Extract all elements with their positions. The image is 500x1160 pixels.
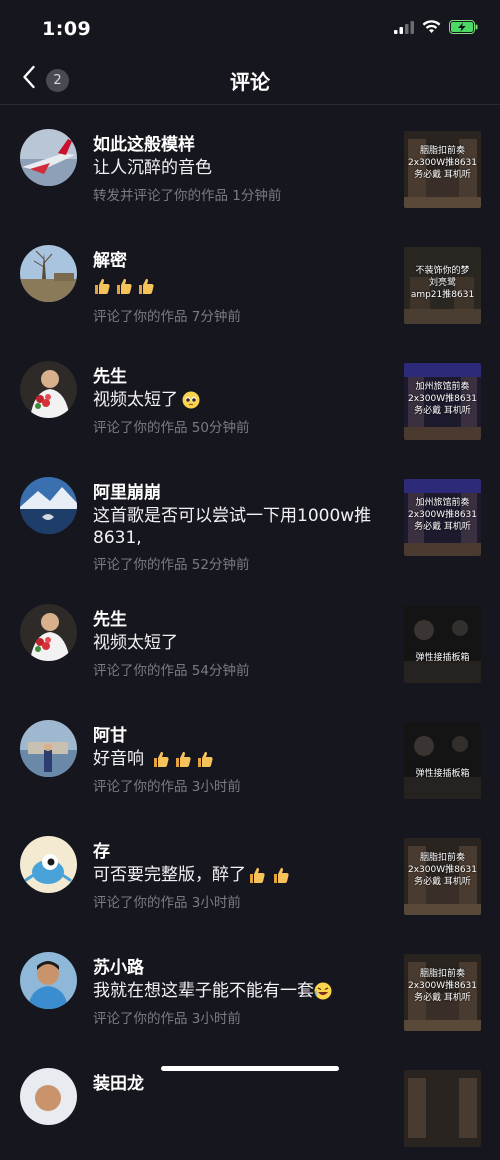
- thumbnail-caption: 弹性接插板箱: [415, 653, 470, 663]
- avatar[interactable]: [20, 836, 77, 893]
- commenter-name[interactable]: 存: [93, 837, 110, 862]
- thumbnail-caption: 胭脂扣前奏 2x300W推8631 务必戴 耳机听: [407, 969, 478, 1003]
- avatar[interactable]: [20, 361, 77, 418]
- thumbs-up-icon: [152, 750, 170, 768]
- comment-item[interactable]: 阿甘 好音响 评论了你的作品 3小时前 弹性接插板箱: [0, 696, 500, 812]
- comment-text: 这首歌是否可以尝试一下用1000w推8631,: [93, 506, 372, 548]
- thumbnail-caption: 加州旅馆前奏 2x300W推8631 务必戴 耳机听: [407, 382, 478, 416]
- thumbs-up-icon: [137, 277, 155, 295]
- comment-item[interactable]: 装田龙: [0, 1044, 500, 1160]
- thumbnail-caption: 不装饰你的梦 刘亮鹭 amp21推8631: [410, 266, 475, 300]
- comment-meta: 评论了你的作品 52分钟前: [93, 557, 250, 573]
- commenter-name[interactable]: 先生: [93, 605, 127, 630]
- comment-item[interactable]: 存 可否要完整版，醉了 评论了你的作品 3小时前 胭脂扣前奏 2x300W推86…: [0, 812, 500, 928]
- thumbs-up-icon: [115, 277, 133, 295]
- thumbnail-caption: 胭脂扣前奏 2x300W推8631 务必戴 耳机听: [407, 853, 478, 887]
- comment-meta: 评论了你的作品 50分钟前: [93, 420, 250, 436]
- comment-item[interactable]: 先生 视频太短了 评论了你的作品 50分钟前 加州旅馆前奏 2x300W推863…: [0, 337, 500, 453]
- comment-item[interactable]: 先生 视频太短了 评论了你的作品 54分钟前 弹性接插板箱: [0, 580, 500, 696]
- comment-meta: 评论了你的作品 54分钟前: [93, 663, 250, 679]
- thumbs-up-icon: [93, 277, 111, 295]
- wifi-icon: [422, 19, 441, 38]
- avatar[interactable]: [20, 129, 77, 186]
- home-indicator[interactable]: [161, 1066, 339, 1071]
- video-thumbnail[interactable]: 弹性接插板箱: [404, 606, 481, 683]
- avatar[interactable]: [20, 245, 77, 302]
- video-thumbnail[interactable]: 胭脂扣前奏 2x300W推8631 务必戴 耳机听: [404, 954, 481, 1031]
- thumbnail-caption: 胭脂扣前奏 2x300W推8631 务必戴 耳机听: [407, 146, 478, 180]
- thumbnail-caption: 加州旅馆前奏 2x300W推8631 务必戴 耳机听: [407, 498, 478, 532]
- commenter-name[interactable]: 阿甘: [93, 721, 127, 746]
- avatar[interactable]: [20, 720, 77, 777]
- commenter-name[interactable]: 解密: [93, 246, 127, 271]
- thumbs-up-icon: [248, 866, 266, 884]
- thumbnail-caption: 弹性接插板箱: [415, 769, 470, 779]
- comment-item[interactable]: 如此这般模样 让人沉醉的音色 转发并评论了你的作品 1分钟前 胭脂扣前奏 2x3…: [0, 105, 500, 221]
- commenter-name[interactable]: 苏小路: [93, 953, 144, 978]
- commenter-name[interactable]: 如此这般模样: [93, 130, 195, 155]
- comment-meta: 评论了你的作品 3小时前: [93, 1011, 241, 1027]
- comment-item[interactable]: 解密 评论了你的作品 7分钟前 不装饰你的梦 刘亮鹭 amp21推8631: [0, 221, 500, 337]
- cellular-signal-icon: [394, 19, 414, 38]
- battery-charging-icon: [449, 19, 478, 38]
- status-time: 1:09: [42, 18, 92, 40]
- comment-text: [93, 277, 383, 295]
- thumbs-up-icon: [196, 750, 214, 768]
- status-icons: [394, 19, 478, 38]
- video-thumbnail[interactable]: 弹性接插板箱: [404, 722, 481, 799]
- avatar[interactable]: [20, 477, 77, 534]
- commenter-name[interactable]: 先生: [93, 362, 127, 387]
- comment-meta: 评论了你的作品 7分钟前: [93, 309, 241, 325]
- comment-text: 好音响: [93, 748, 383, 770]
- comment-text: 让人沉醉的音色: [93, 158, 212, 178]
- comment-meta: 转发并评论了你的作品 1分钟前: [93, 188, 282, 204]
- video-thumbnail[interactable]: 胭脂扣前奏 2x300W推8631 务必戴 耳机听: [404, 838, 481, 915]
- avatar[interactable]: [20, 952, 77, 1009]
- laughing-face-icon: [314, 982, 332, 1000]
- avatar[interactable]: [20, 604, 77, 661]
- video-thumbnail[interactable]: 胭脂扣前奏 2x300W推8631 务必戴 耳机听: [404, 131, 481, 208]
- comment-list: 如此这般模样 让人沉醉的音色 转发并评论了你的作品 1分钟前 胭脂扣前奏 2x3…: [0, 105, 500, 1160]
- video-thumbnail[interactable]: 加州旅馆前奏 2x300W推8631 务必戴 耳机听: [404, 363, 481, 440]
- comment-meta: 评论了你的作品 3小时前: [93, 895, 241, 911]
- comment-item[interactable]: 苏小路 我就在想这辈子能不能有一套 评论了你的作品 3小时前 胭脂扣前奏 2x3…: [0, 928, 500, 1044]
- thumbs-up-icon: [174, 750, 192, 768]
- page-title: 评论: [230, 70, 270, 94]
- comment-text: 视频太短了: [93, 389, 383, 411]
- commenter-name[interactable]: 阿里崩崩: [93, 478, 161, 503]
- avatar[interactable]: [20, 1068, 77, 1125]
- status-bar: 1:09: [0, 0, 500, 56]
- comment-meta: 评论了你的作品 3小时前: [93, 779, 241, 795]
- video-thumbnail[interactable]: 不装饰你的梦 刘亮鹭 amp21推8631: [404, 247, 481, 324]
- comment-item[interactable]: 阿里崩崩 这首歌是否可以尝试一下用1000w推8631, 评论了你的作品 52分…: [0, 453, 500, 580]
- header-bar: 2 评论: [0, 56, 500, 105]
- pleading-face-icon: [182, 391, 200, 409]
- thumbs-up-icon: [272, 866, 290, 884]
- video-thumbnail[interactable]: 加州旅馆前奏 2x300W推8631 务必戴 耳机听: [404, 479, 481, 556]
- comment-text: 可否要完整版，醉了: [93, 864, 383, 886]
- comment-text: 我就在想这辈子能不能有一套: [93, 980, 383, 1002]
- comment-text: 视频太短了: [93, 633, 178, 653]
